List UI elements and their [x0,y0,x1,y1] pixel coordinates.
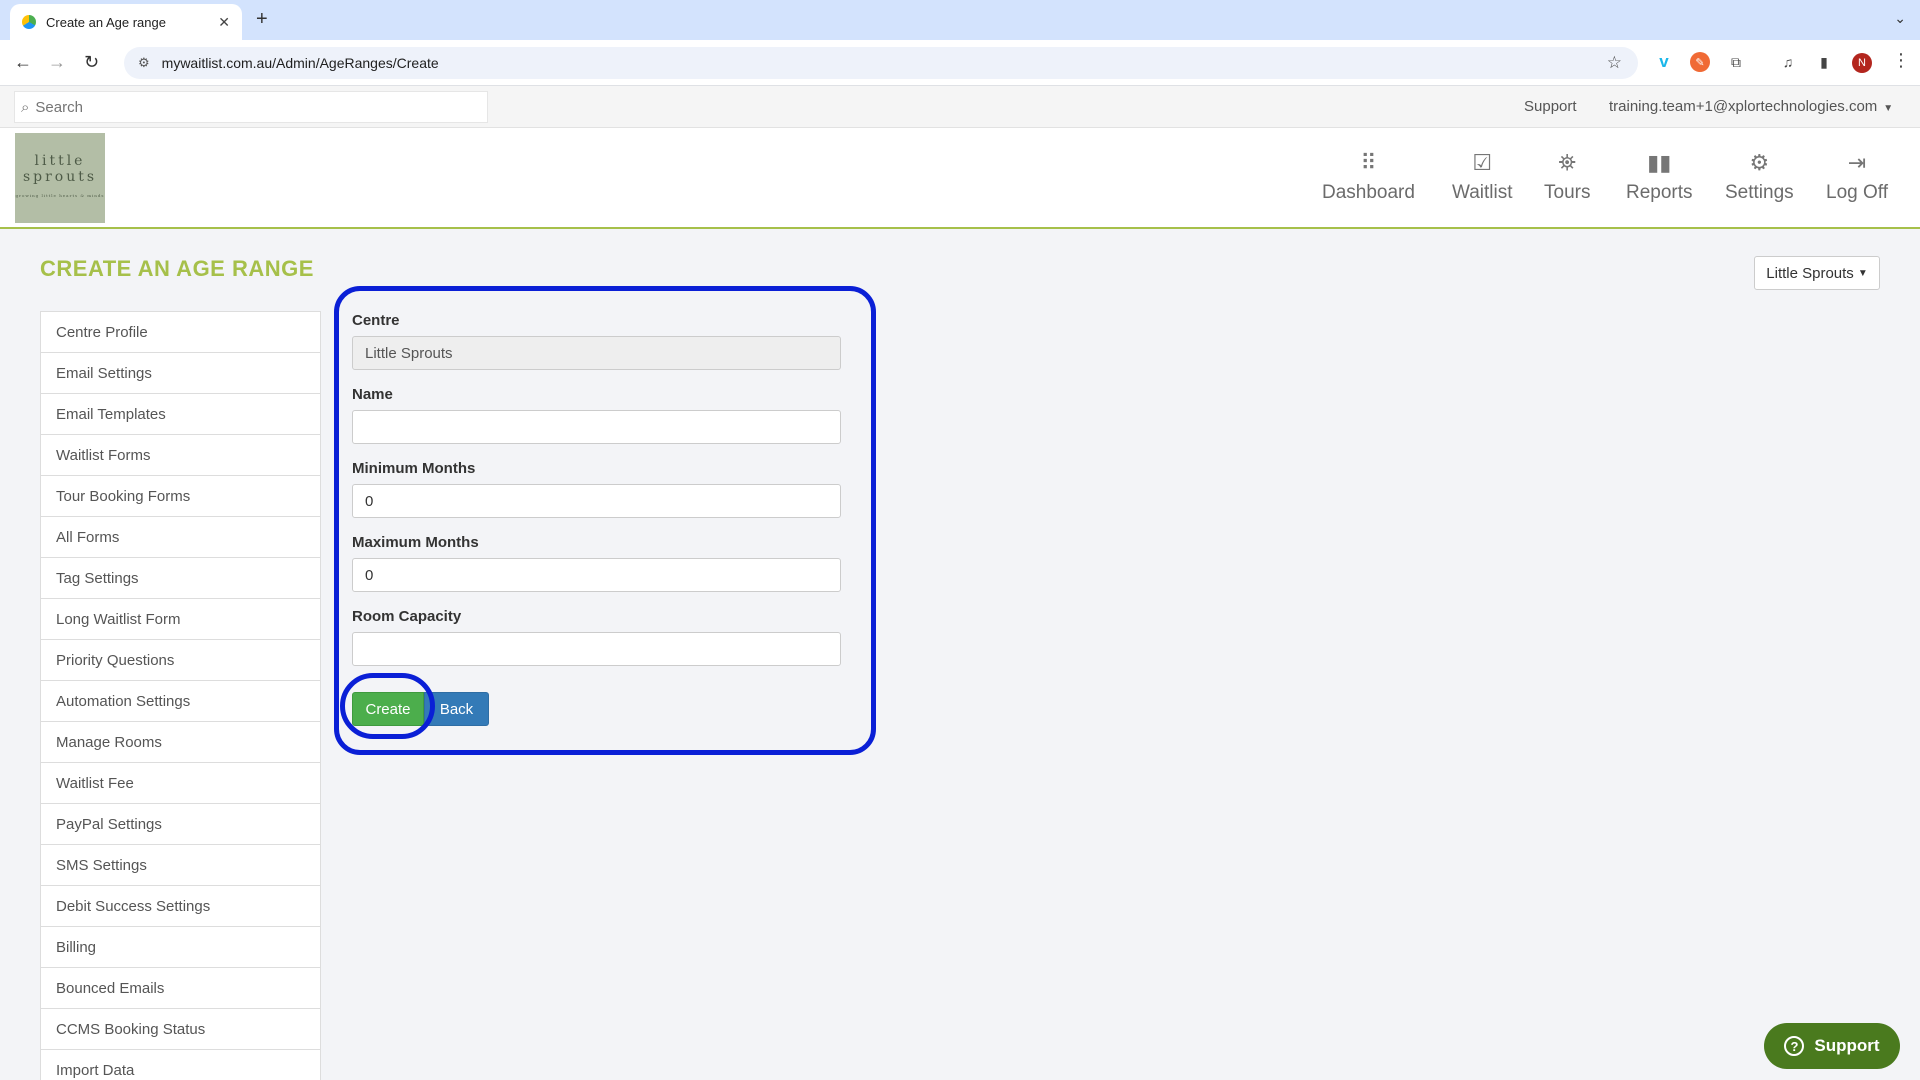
logo-line-2: sprouts [22,168,98,185]
sidebar-item-import-data[interactable]: Import Data [41,1050,320,1080]
browser-tab-strip: Create an Age range ✕ + ⌄ [0,0,1920,40]
settings-sidebar: Centre Profile Email Settings Email Temp… [40,311,321,1080]
nav-label: Reports [1626,182,1693,203]
room-capacity-field[interactable] [352,632,841,666]
inbox-check-icon: ☑ [1472,150,1493,175]
sidebar-item-paypal-settings[interactable]: PayPal Settings [41,804,320,845]
sidebar-item-automation-settings[interactable]: Automation Settings [41,681,320,722]
search-input[interactable] [35,98,456,116]
app-top-bar: ⌕ Support training.team+1@xplortechnolog… [0,86,1920,128]
vimeo-extension-icon[interactable]: v [1654,52,1674,72]
centre-selector-dropdown[interactable]: Little Sprouts ▼ [1754,256,1880,290]
sidebar-item-long-waitlist-form[interactable]: Long Waitlist Form [41,599,320,640]
sidebar-item-debit-success-settings[interactable]: Debit Success Settings [41,886,320,927]
sidebar-item-email-settings[interactable]: Email Settings [41,353,320,394]
nav-label: Waitlist [1452,182,1513,203]
forward-arrow-icon[interactable]: → [48,52,66,73]
reload-icon[interactable]: ↻ [84,52,99,73]
nav-label: Dashboard [1322,182,1415,203]
nav-reports[interactable]: ▮▮ Reports [1626,150,1693,204]
centre-label: Centre [352,312,400,329]
support-widget-label: Support [1814,1036,1880,1055]
maximum-months-label: Maximum Months [352,534,479,551]
map-marker-icon: ⛯ [1558,150,1577,175]
sidebar-item-sms-settings[interactable]: SMS Settings [41,845,320,886]
create-button[interactable]: Create [352,692,424,726]
support-widget-button[interactable]: ? Support [1764,1023,1900,1069]
bar-chart-icon: ▮▮ [1647,150,1672,175]
sidebar-item-waitlist-fee[interactable]: Waitlist Fee [41,763,320,804]
sidebar-item-centre-profile[interactable]: Centre Profile [41,312,320,353]
sidebar-item-all-forms[interactable]: All Forms [41,517,320,558]
profile-avatar[interactable]: N [1852,53,1872,73]
nav-waitlist[interactable]: ☑ Waitlist [1452,150,1513,204]
orange-extension-icon[interactable]: ✎ [1690,52,1710,72]
side-panel-icon[interactable]: ▮ [1814,52,1834,72]
browser-tab[interactable]: Create an Age range ✕ [10,4,242,40]
nav-log-off[interactable]: ⇥ Log Off [1826,150,1888,204]
sidebar-item-priority-questions[interactable]: Priority Questions [41,640,320,681]
support-link[interactable]: Support [1524,98,1577,115]
search-icon: ⌕ [21,98,30,116]
gear-icon: ⚙ [1749,150,1770,175]
centre-selector-label: Little Sprouts [1766,264,1854,282]
nav-dashboard[interactable]: ⠿ Dashboard [1322,150,1415,204]
logo-tagline: growing little hearts & minds [15,192,105,198]
sidebar-item-email-templates[interactable]: Email Templates [41,394,320,435]
tab-search-icon[interactable]: ⌄ [1894,10,1906,27]
sidebar-item-tour-booking-forms[interactable]: Tour Booking Forms [41,476,320,517]
browser-toolbar: ← → ↻ ⚙ mywaitlist.com.au/Admin/AgeRange… [0,40,1920,86]
site-favicon-icon [22,15,36,29]
sidebar-item-waitlist-forms[interactable]: Waitlist Forms [41,435,320,476]
nav-label: Settings [1725,182,1794,203]
sidebar-item-tag-settings[interactable]: Tag Settings [41,558,320,599]
nav-label: Log Off [1826,182,1888,203]
app-header: little sprouts growing little hearts & m… [0,128,1920,229]
new-tab-button[interactable]: + [256,8,268,31]
sign-out-icon: ⇥ [1847,150,1867,175]
tab-close-icon[interactable]: ✕ [218,14,230,31]
sidebar-item-billing[interactable]: Billing [41,927,320,968]
tab-title: Create an Age range [46,14,166,30]
centre-field [352,336,841,370]
maximum-months-field[interactable] [352,558,841,592]
sidebar-item-bounced-emails[interactable]: Bounced Emails [41,968,320,1009]
media-control-icon[interactable]: ♫ [1778,52,1798,72]
url-text[interactable]: mywaitlist.com.au/Admin/AgeRanges/Create [162,55,439,71]
nav-label: Tours [1544,182,1591,203]
back-arrow-icon[interactable]: ← [14,52,32,73]
name-field[interactable] [352,410,841,444]
nav-settings[interactable]: ⚙ Settings [1725,150,1794,204]
address-bar[interactable]: ⚙ mywaitlist.com.au/Admin/AgeRanges/Crea… [124,47,1638,79]
page-title: CREATE AN AGE RANGE [40,256,314,281]
minimum-months-label: Minimum Months [352,460,476,477]
logo-line-1: little [34,152,86,169]
user-email: training.team+1@xplortechnologies.com [1609,98,1878,115]
help-question-icon: ? [1784,1036,1805,1056]
nav-tours[interactable]: ⛯ Tours [1544,150,1590,204]
caret-down-icon: ▼ [1883,103,1894,114]
sidebar-item-ccms-booking-status[interactable]: CCMS Booking Status [41,1009,320,1050]
little-sprouts-logo[interactable]: little sprouts growing little hearts & m… [15,133,105,223]
chrome-menu-icon[interactable]: ⋮ [1892,50,1910,71]
site-settings-icon[interactable]: ⚙ [138,55,150,71]
caret-down-icon: ▼ [1857,267,1868,279]
bookmark-star-icon[interactable]: ☆ [1607,53,1622,73]
search-box: ⌕ [14,91,488,123]
back-button[interactable]: Back [424,692,489,726]
extensions-puzzle-icon[interactable]: ⧉ [1726,52,1746,72]
sidebar-item-manage-rooms[interactable]: Manage Rooms [41,722,320,763]
name-label: Name [352,386,393,403]
minimum-months-field[interactable] [352,484,841,518]
dashboard-grid-icon: ⠿ [1360,150,1377,175]
room-capacity-label: Room Capacity [352,608,462,625]
user-account-menu[interactable]: training.team+1@xplortechnologies.com ▼ [1609,98,1893,115]
